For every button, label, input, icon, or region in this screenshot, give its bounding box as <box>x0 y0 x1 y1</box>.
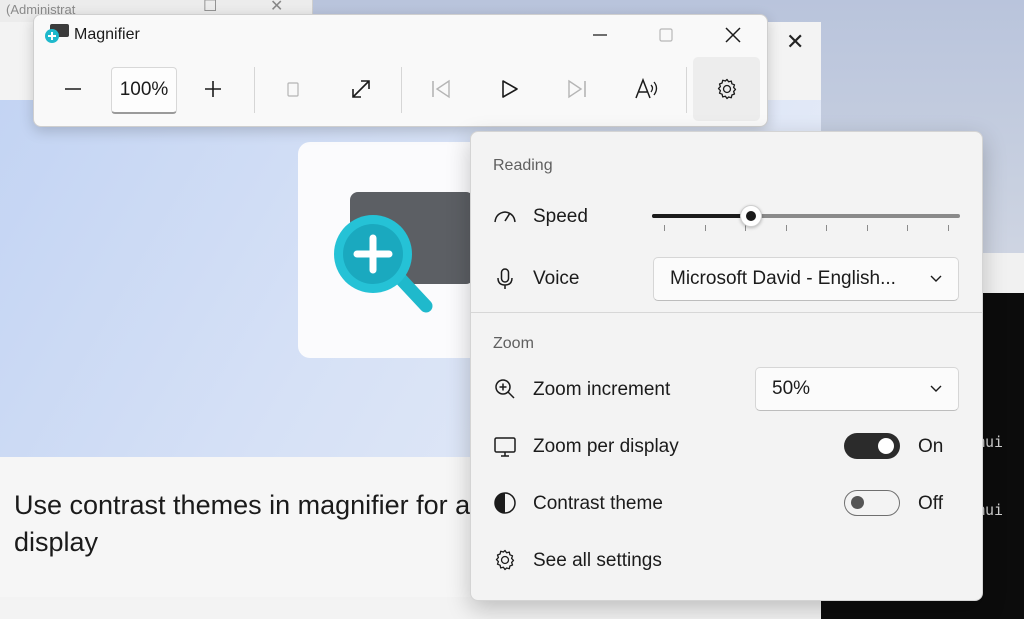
zoom-increment-dropdown[interactable]: 50% <box>755 367 959 411</box>
chevron-down-icon <box>930 385 942 392</box>
toolbar-divider <box>686 67 687 113</box>
zoom-increment-value: 50% <box>772 378 811 399</box>
play-icon <box>502 80 518 98</box>
zoom-section-header: Zoom <box>493 335 534 352</box>
maximize-icon <box>659 28 673 42</box>
contrast-theme-label: Contrast theme <box>533 493 663 514</box>
microphone-icon <box>493 267 517 291</box>
zoom-level-field[interactable]: 100% <box>111 67 177 114</box>
contrast-theme-toggle[interactable] <box>844 490 900 516</box>
speed-slider-tick <box>867 225 868 231</box>
full-screen-icon <box>352 80 370 98</box>
monitor-icon <box>493 435 517 459</box>
speed-label: Speed <box>533 206 588 227</box>
zoom-increment-label: Zoom increment <box>533 379 671 400</box>
next-button[interactable] <box>556 57 598 121</box>
plus-icon <box>205 81 221 97</box>
previous-icon <box>432 79 450 99</box>
read-aloud-button[interactable] <box>626 57 668 121</box>
zoom-in-button[interactable] <box>192 57 234 121</box>
background-close-icon[interactable]: ✕ <box>786 28 804 56</box>
chevron-down-icon <box>930 275 942 282</box>
settings-button[interactable] <box>693 57 760 121</box>
gear-icon <box>493 548 517 572</box>
contrast-icon <box>493 491 517 515</box>
magnifier-app-icon <box>44 23 70 50</box>
speed-icon <box>493 205 517 229</box>
voice-value: Microsoft David - English... <box>670 268 896 289</box>
magnifier-title: Magnifier <box>74 26 140 43</box>
section-divider <box>471 312 982 313</box>
speed-slider-tick <box>786 225 787 231</box>
previous-button[interactable] <box>420 57 462 121</box>
speed-slider-thumb[interactable] <box>740 205 762 227</box>
toolbar-divider <box>254 67 255 113</box>
zoom-per-display-toggle[interactable] <box>844 433 900 459</box>
see-all-settings-link[interactable]: See all settings <box>533 550 662 572</box>
speed-slider-tick <box>664 225 665 231</box>
toggle-knob <box>851 496 864 509</box>
speed-slider-fill <box>652 214 751 218</box>
minimize-icon <box>593 34 607 36</box>
toolbar-divider <box>401 67 402 113</box>
speed-slider-tick <box>948 225 949 231</box>
view-mode-icon <box>287 82 299 97</box>
reading-section-header: Reading <box>493 157 553 174</box>
speed-slider-tick <box>826 225 827 231</box>
contrast-theme-state: Off <box>918 493 943 514</box>
full-screen-button[interactable] <box>340 57 382 121</box>
maximize-button[interactable] <box>633 15 699 55</box>
article-heading: Use contrast themes in magnifier for a d… <box>14 490 471 557</box>
minimize-button[interactable] <box>567 15 633 55</box>
play-button[interactable] <box>488 57 530 121</box>
close-icon <box>725 27 741 43</box>
magnifier-window: Magnifier 100% <box>33 14 768 127</box>
voice-dropdown[interactable]: Microsoft David - English... <box>653 257 959 301</box>
close-button[interactable] <box>700 15 766 55</box>
read-aloud-icon <box>635 77 658 99</box>
view-mode-button[interactable] <box>272 57 314 121</box>
zoom-per-display-label: Zoom per display <box>533 436 679 457</box>
magnifier-titlebar[interactable]: Magnifier <box>34 15 767 55</box>
speed-slider-tick <box>705 225 706 231</box>
toggle-knob <box>878 438 894 454</box>
settings-flyout: Reading Speed Voice Microsoft David - En… <box>470 131 983 601</box>
gear-icon <box>717 78 736 100</box>
voice-label: Voice <box>533 268 580 289</box>
zoom-per-display-state: On <box>918 436 944 457</box>
zoom-in-icon <box>493 377 517 401</box>
minus-icon <box>65 88 81 90</box>
zoom-out-button[interactable] <box>52 57 94 121</box>
next-icon <box>568 79 586 99</box>
speed-slider-tick <box>907 225 908 231</box>
